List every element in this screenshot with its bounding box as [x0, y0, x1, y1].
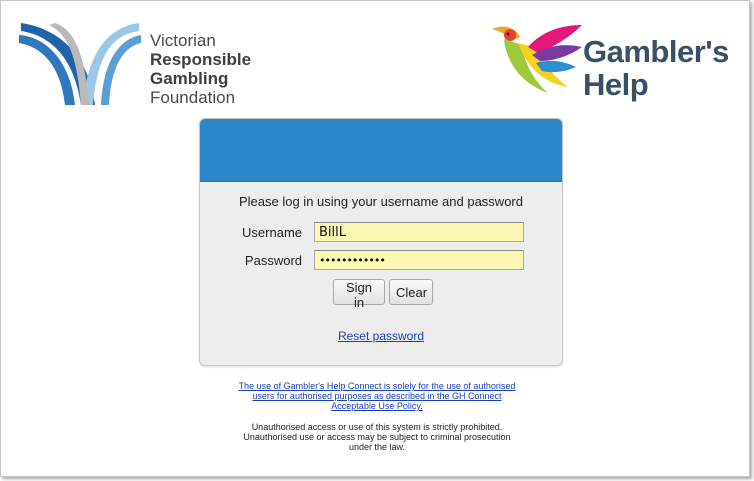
login-prompt: Please log in using your username and pa… — [238, 194, 523, 209]
username-input[interactable] — [314, 222, 524, 242]
warning-line-3: under the law. — [348, 442, 406, 452]
vrgf-line-4: Foundation — [150, 88, 236, 107]
clear-button[interactable]: Clear — [389, 279, 433, 305]
policy-line-3: Acceptable Use Policy. — [331, 401, 423, 411]
warning-line-1: Unauthorised access or use of this syste… — [251, 422, 503, 432]
vrgf-logo-text: Victorian Responsible Gambling Foundatio… — [150, 31, 251, 107]
bird-logo-icon — [492, 25, 582, 93]
warning-line-2: Unauthorised use or access may be subjec… — [243, 432, 511, 442]
unauthorised-access-warning: Unauthorised access or use of this syste… — [216, 422, 538, 452]
page-frame: Victorian Responsible Gambling Foundatio… — [0, 0, 750, 477]
vrgf-line-2: Responsible — [150, 50, 252, 69]
gh-line-1: Gambler's — [583, 34, 729, 69]
password-label: Password — [244, 253, 302, 268]
vrgf-logo-icon — [19, 23, 141, 105]
sign-in-button[interactable]: Sign in — [333, 279, 385, 310]
vrgf-line-1: Victorian — [150, 31, 216, 50]
username-label: Username — [242, 225, 302, 240]
acceptable-use-policy-link[interactable]: The use of Gambler's Help Connect is sol… — [221, 381, 533, 411]
gamblers-help-logo-text: Gambler's Help — [583, 35, 729, 101]
gh-line-2: Help — [583, 67, 649, 102]
policy-line-1: The use of Gambler's Help Connect is sol… — [238, 381, 516, 391]
login-panel: Please log in using your username and pa… — [199, 118, 563, 366]
vrgf-line-3: Gambling — [150, 69, 229, 88]
password-input[interactable] — [314, 250, 524, 270]
login-panel-header — [200, 119, 562, 182]
reset-password-link[interactable]: Reset password — [200, 329, 562, 343]
policy-line-2: users for authorised purposes as describ… — [252, 391, 502, 401]
